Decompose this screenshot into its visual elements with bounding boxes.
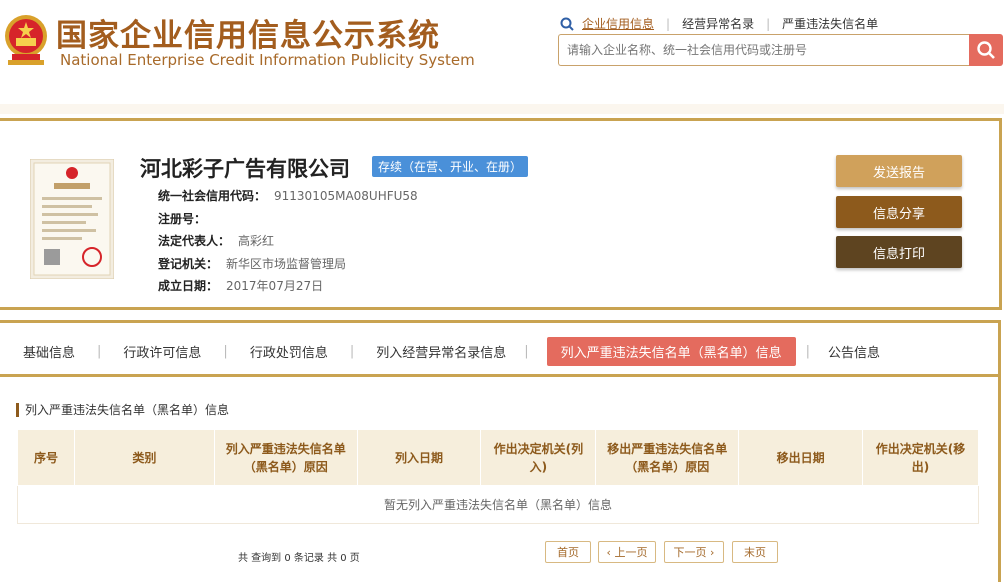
content-card: 基础信息 | 行政许可信息 | 行政处罚信息 | 列入经营异常名录信息 | 列入… [0, 320, 1001, 582]
search-icon [977, 41, 995, 59]
column-header: 移出严重违法失信名单（黑名单）原因 [595, 429, 740, 486]
company-name: 河北彩子广告有限公司 [140, 157, 350, 181]
prev-page-button[interactable]: ‹ 上一页 [598, 541, 656, 563]
field-value: 高彩红 [238, 234, 275, 248]
pager-info: 共 查询到 0 条记录 共 0 页 [238, 553, 360, 564]
tab-bar: 基础信息 | 行政许可信息 | 行政处罚信息 | 列入经营异常名录信息 | 列入… [0, 329, 998, 377]
table-row: 暂无列入严重违法失信名单（黑名单）信息 [17, 485, 979, 524]
field-label: 法定代表人： [158, 234, 231, 248]
info-row-authority: 登记机关： 新华区市场监督管理局 [158, 253, 418, 276]
tab-separator: | [805, 344, 811, 359]
site-header: 国家企业信用信息公示系统 National Enterprise Credit … [0, 0, 1004, 104]
link-separator: | [666, 16, 671, 31]
blacklist-table: 序号 类别 列入严重违法失信名单（黑名单）原因 列入日期 作出决定机关(列入) … [17, 429, 979, 524]
print-info-button[interactable]: 信息打印 [836, 236, 962, 268]
tab-basic-info[interactable]: 基础信息 [23, 342, 75, 361]
send-report-button[interactable]: 发送报告 [836, 155, 962, 187]
info-row-legal-rep: 法定代表人： 高彩红 [158, 230, 418, 253]
site-title-cn: 国家企业信用信息公示系统 [56, 18, 440, 54]
column-header: 列入严重违法失信名单（黑名单）原因 [213, 429, 358, 486]
column-header: 序号 [17, 429, 75, 486]
search-button[interactable] [969, 34, 1003, 66]
tab-blacklist[interactable]: 列入严重违法失信名单（黑名单）信息 [546, 337, 796, 366]
info-row-credit-code: 统一社会信用代码： 91130105MA08UHFU58 [158, 185, 418, 208]
column-header: 列入日期 [356, 429, 482, 486]
tab-abnormal-list[interactable]: 列入经营异常名录信息 [376, 342, 506, 361]
link-enterprise-credit[interactable]: 企业信用信息 [582, 15, 654, 32]
field-value: 2017年07月27日 [226, 279, 324, 293]
tab-separator: | [223, 344, 228, 359]
table-header-row: 序号 类别 列入严重违法失信名单（黑名单）原因 列入日期 作出决定机关(列入) … [17, 429, 979, 486]
status-badge: 存续（在营、开业、在册） [372, 156, 529, 177]
field-label: 注册号： [158, 211, 207, 226]
field-label: 成立日期： [158, 279, 219, 293]
field-label: 登记机关： [158, 256, 219, 271]
next-page-button[interactable]: 下一页 › [664, 541, 724, 563]
tab-separator: | [349, 344, 355, 359]
tab-admin-license[interactable]: 行政许可信息 [123, 342, 201, 361]
quick-links: 企业信用信息 | 经营异常名录 | 严重违法失信名单 [560, 15, 878, 32]
link-abnormal-list[interactable]: 经营异常名录 [682, 15, 754, 32]
info-row-reg-no: 注册号： [158, 208, 418, 231]
column-header: 作出决定机关(列入) [480, 429, 597, 486]
company-info: 统一社会信用代码： 91130105MA08UHFU58 注册号： 法定代表人： 高… [158, 185, 418, 298]
tab-separator: | [97, 344, 102, 359]
first-page-button[interactable]: 首页 [545, 541, 591, 563]
tab-separator: | [524, 344, 529, 359]
info-row-founded: 成立日期： 2017年07月27日 [158, 275, 418, 298]
link-blacklist[interactable]: 严重违法失信名单 [782, 15, 878, 32]
search-input[interactable] [558, 34, 970, 66]
business-license-image[interactable] [30, 159, 114, 279]
tab-announcement[interactable]: 公告信息 [828, 342, 880, 361]
field-value: 91130105MA08UHFU58 [274, 189, 418, 203]
section-title: 列入严重违法失信名单（黑名单）信息 [16, 403, 229, 417]
header-divider [0, 104, 1004, 114]
field-value: 新华区市场监督管理局 [226, 256, 347, 271]
last-page-button[interactable]: 末页 [732, 541, 778, 563]
field-label: 统一社会信用代码： [158, 189, 267, 203]
link-separator: | [766, 16, 771, 31]
site-title-en: National Enterprise Credit Information P… [60, 51, 475, 69]
national-emblem-icon [5, 15, 47, 65]
company-card: 河北彩子广告有限公司 存续（在营、开业、在册） 统一社会信用代码： 9113010… [0, 118, 1002, 310]
column-header: 类别 [73, 429, 215, 486]
column-header: 作出决定机关(移出) [862, 429, 979, 486]
column-header: 移出日期 [738, 429, 864, 486]
share-info-button[interactable]: 信息分享 [836, 196, 962, 228]
empty-message: 暂无列入严重违法失信名单（黑名单）信息 [17, 485, 979, 524]
search-icon [560, 17, 574, 31]
tab-admin-penalty[interactable]: 行政处罚信息 [250, 342, 328, 361]
